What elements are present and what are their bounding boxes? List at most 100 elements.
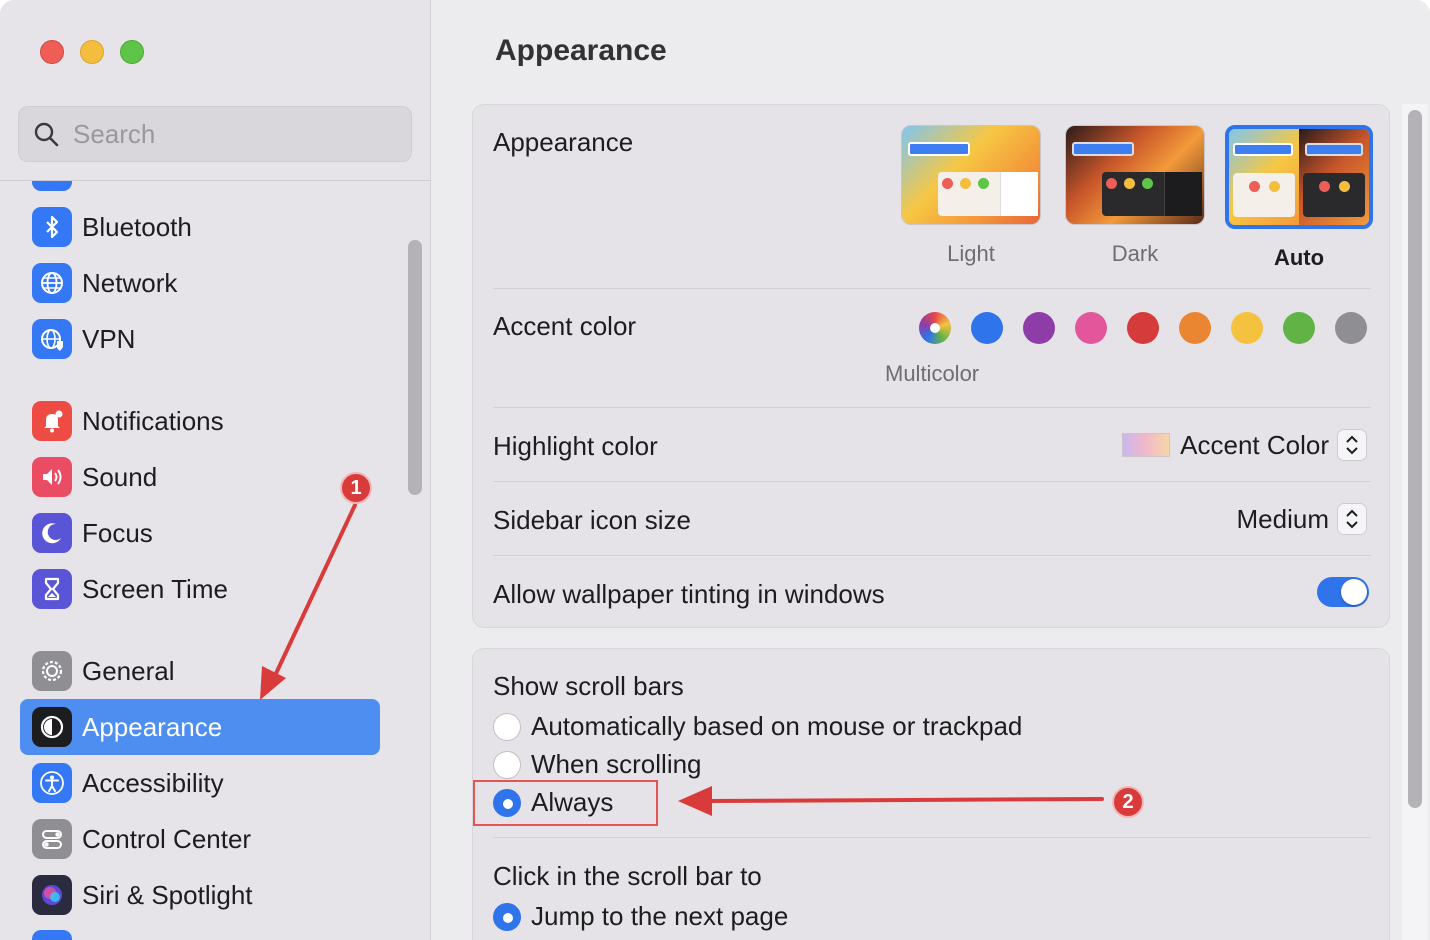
zoom-button[interactable]	[120, 40, 144, 64]
scroll-always-option[interactable]: Always	[493, 787, 613, 818]
show-scroll-bars-label: Show scroll bars	[493, 671, 684, 701]
divider	[493, 407, 1371, 408]
chevron-up-down-icon	[1337, 429, 1367, 461]
sidebar-item-bluetooth[interactable]: Bluetooth	[20, 199, 380, 255]
accent-caption: Multicolor	[885, 361, 980, 386]
sidebar-item-screen-time[interactable]: Screen Time	[20, 561, 380, 617]
scroll-always-radio[interactable]	[493, 788, 521, 817]
accent-purple-swatch[interactable]	[1023, 312, 1055, 344]
search-icon	[34, 122, 59, 147]
accent-green-swatch[interactable]	[1283, 312, 1315, 344]
sidebar-item-label: Accessibility	[82, 767, 224, 798]
appearance-label: Appearance	[493, 127, 634, 157]
accent-yellow-swatch[interactable]	[1231, 312, 1263, 344]
accent-pink-swatch[interactable]	[1075, 312, 1107, 344]
scroll-always-label: Always	[531, 787, 614, 817]
scroll-when-scrolling-radio[interactable]	[493, 750, 521, 779]
vpn-icon	[32, 319, 72, 359]
scroll-when-scrolling-option[interactable]: When scrolling	[493, 749, 702, 780]
sidebar-item-focus[interactable]: Focus	[20, 505, 380, 561]
scroll-auto-radio[interactable]	[493, 712, 521, 741]
highlight-color-swatch	[1122, 433, 1171, 457]
sidebar-item-general[interactable]: General	[20, 643, 380, 699]
page-title: Appearance	[495, 34, 667, 67]
scroll-bars-card: Show scroll bars Automatically based on …	[472, 648, 1390, 940]
sidebar-icon-size-value: Medium	[1236, 503, 1329, 534]
sidebar-partial-icon	[32, 181, 72, 191]
divider	[493, 555, 1371, 556]
accessibility-icon	[32, 763, 72, 803]
main-scrollbar[interactable]	[1408, 110, 1422, 808]
bluetooth-icon	[32, 207, 72, 247]
sidebar-partial-icon	[32, 930, 72, 940]
highlight-color-popup[interactable]: Accent Color	[1122, 429, 1367, 461]
accent-red-swatch[interactable]	[1127, 312, 1159, 344]
scroll-when-scrolling-label: When scrolling	[531, 749, 702, 779]
sidebar-scrollbar[interactable]	[408, 240, 422, 495]
highlight-color-label: Highlight color	[493, 431, 658, 461]
divider	[493, 481, 1371, 482]
accent-graphite-swatch[interactable]	[1335, 312, 1367, 344]
sidebar-item-label: General	[82, 655, 175, 686]
sidebar-item-label: Bluetooth	[82, 211, 192, 242]
sidebar-item-label: Siri & Spotlight	[82, 879, 253, 910]
chevron-up-down-icon	[1337, 503, 1367, 535]
sidebar-item-label: VPN	[82, 323, 136, 354]
accent-blue-swatch[interactable]	[971, 312, 1003, 344]
sidebar-item-network[interactable]: Network	[20, 255, 380, 311]
scroll-auto-label: Automatically based on mouse or trackpad	[531, 711, 1023, 741]
sidebar-item-sound[interactable]: Sound	[20, 449, 380, 505]
bell-icon	[32, 401, 72, 441]
jump-next-page-radio[interactable]	[493, 902, 521, 931]
main-panel: Appearance Appearance Light Dark Auto Ac…	[432, 0, 1430, 940]
theme-light-thumbnail	[901, 125, 1041, 225]
sidebar-icon-size-label: Sidebar icon size	[493, 505, 691, 535]
sidebar-item-label: Network	[82, 267, 178, 298]
sidebar-item-accessibility[interactable]: Accessibility	[20, 755, 380, 811]
theme-dark-label: Dark	[1111, 241, 1159, 266]
accent-orange-swatch[interactable]	[1179, 312, 1211, 344]
theme-auto-thumbnail	[1225, 125, 1373, 229]
theme-dark-thumbnail	[1065, 125, 1205, 225]
highlight-color-value: Accent Color	[1180, 429, 1329, 460]
sidebar-item-control-center[interactable]: Control Center	[20, 811, 380, 867]
globe-icon	[32, 263, 72, 303]
jump-next-page-option[interactable]: Jump to the next page	[493, 901, 788, 932]
minimize-button[interactable]	[80, 40, 104, 64]
speaker-icon	[32, 457, 72, 497]
accent-multicolor-swatch[interactable]	[919, 312, 951, 344]
close-button[interactable]	[40, 40, 64, 64]
moon-icon	[32, 513, 72, 553]
settings-window: Bluetooth Network VPN Notifications Soun…	[0, 0, 1430, 940]
gear-icon	[32, 651, 72, 691]
theme-light-option[interactable]: Light	[901, 125, 1041, 267]
sidebar-item-label: Appearance	[82, 711, 223, 742]
wallpaper-tinting-toggle[interactable]	[1317, 577, 1369, 607]
hourglass-icon	[32, 569, 72, 609]
scroll-auto-option[interactable]: Automatically based on mouse or trackpad	[493, 711, 1022, 742]
sidebar-item-siri-spotlight[interactable]: Siri & Spotlight	[20, 867, 380, 923]
sidebar: Bluetooth Network VPN Notifications Soun…	[0, 0, 431, 940]
sidebar-item-label: Notifications	[82, 405, 224, 436]
theme-light-label: Light	[947, 241, 995, 266]
sidebar-item-label: Screen Time	[82, 573, 228, 604]
theme-dark-option[interactable]: Dark	[1065, 125, 1205, 267]
control-center-icon	[32, 819, 72, 859]
sidebar-item-label: Focus	[82, 517, 153, 548]
click-scroll-bar-label: Click in the scroll bar to	[493, 861, 762, 891]
siri-icon	[32, 875, 72, 915]
wallpaper-tinting-label: Allow wallpaper tinting in windows	[493, 579, 885, 609]
accent-color-label: Accent color	[493, 311, 637, 341]
divider	[493, 837, 1371, 838]
sidebar-icon-size-popup[interactable]: Medium	[1237, 503, 1367, 535]
divider	[493, 288, 1371, 289]
sidebar-item-appearance[interactable]: Appearance	[20, 699, 380, 755]
search-input[interactable]	[73, 118, 393, 150]
search-field[interactable]	[18, 106, 412, 162]
theme-auto-label: Auto	[1273, 245, 1325, 270]
theme-auto-option[interactable]: Auto	[1225, 125, 1373, 271]
sidebar-item-label: Control Center	[82, 823, 252, 854]
sidebar-item-notifications[interactable]: Notifications	[20, 393, 380, 449]
sidebar-item-label: Sound	[82, 461, 158, 492]
sidebar-item-vpn[interactable]: VPN	[20, 311, 380, 367]
